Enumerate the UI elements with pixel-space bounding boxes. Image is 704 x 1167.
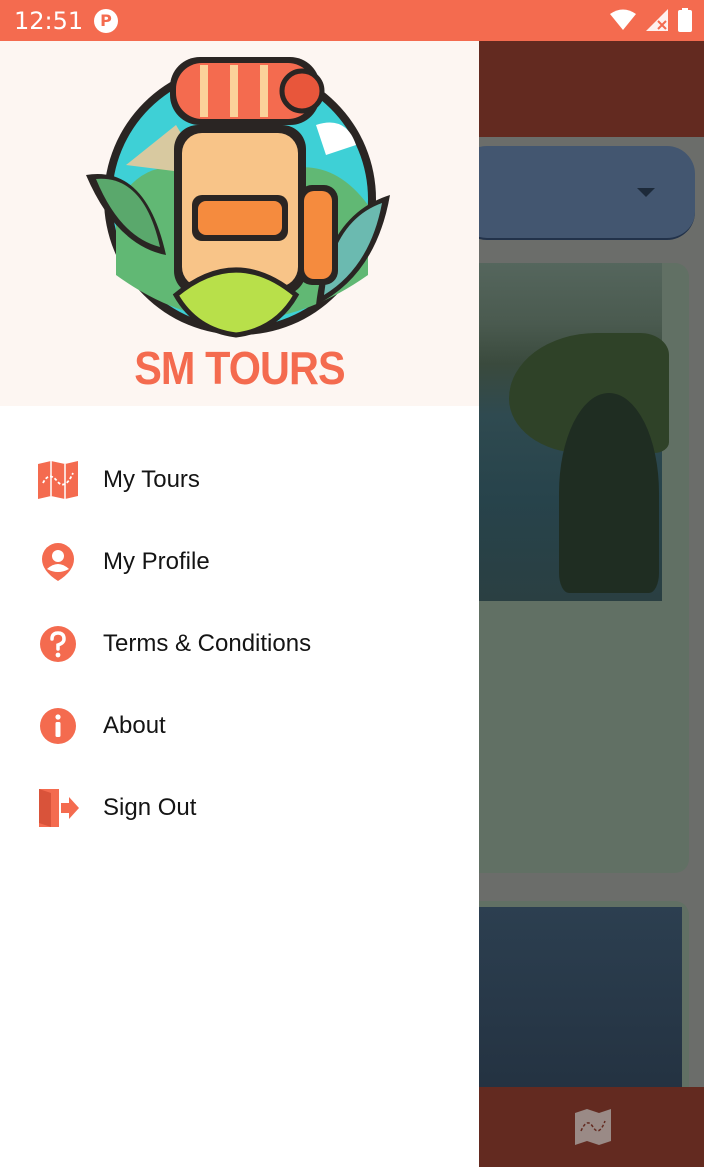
app-toolbar — [479, 41, 704, 137]
status-bar: 12:51 P — [0, 0, 704, 41]
sign-out-icon — [39, 789, 79, 827]
menu-label: Terms & Conditions — [103, 630, 312, 657]
menu-item-my-tours[interactable]: My Tours — [0, 438, 479, 520]
map-icon — [38, 461, 78, 499]
bottom-navigation — [479, 1087, 704, 1167]
dropdown-arrow-icon — [637, 188, 655, 197]
drawer-menu: My Tours My Profile Terms & Conditions A… — [0, 438, 479, 848]
menu-label: Sign Out — [103, 794, 197, 821]
sm-tours-logo — [86, 57, 390, 338]
status-time: 12:51 — [14, 7, 84, 35]
menu-item-terms[interactable]: Terms & Conditions — [0, 602, 479, 684]
tour-photo — [479, 263, 669, 601]
tour-card[interactable] — [479, 263, 689, 873]
tree-shape — [559, 393, 659, 593]
help-icon — [40, 626, 76, 662]
tour-photo — [479, 907, 682, 1107]
battery-icon — [678, 8, 692, 32]
menu-label: My Profile — [103, 548, 210, 575]
signal-icon — [646, 9, 668, 31]
info-icon — [40, 708, 76, 744]
tour-dropdown[interactable] — [479, 146, 695, 240]
profile-icon — [42, 543, 74, 581]
wifi-icon — [610, 9, 636, 30]
menu-item-my-profile[interactable]: My Profile — [0, 520, 479, 602]
menu-label: About — [103, 712, 166, 739]
app-notification-icon: P — [94, 9, 118, 33]
menu-label: My Tours — [103, 466, 200, 493]
background-screen[interactable] — [479, 41, 704, 1167]
brand-name: SM TOURS — [134, 342, 345, 394]
drawer-header: SM TOURS — [0, 41, 479, 406]
map-icon[interactable] — [573, 1107, 613, 1147]
menu-item-about[interactable]: About — [0, 684, 479, 766]
navigation-drawer: SM TOURS My Tours My Profile Terms & Con… — [0, 41, 479, 1167]
menu-item-sign-out[interactable]: Sign Out — [0, 766, 479, 848]
